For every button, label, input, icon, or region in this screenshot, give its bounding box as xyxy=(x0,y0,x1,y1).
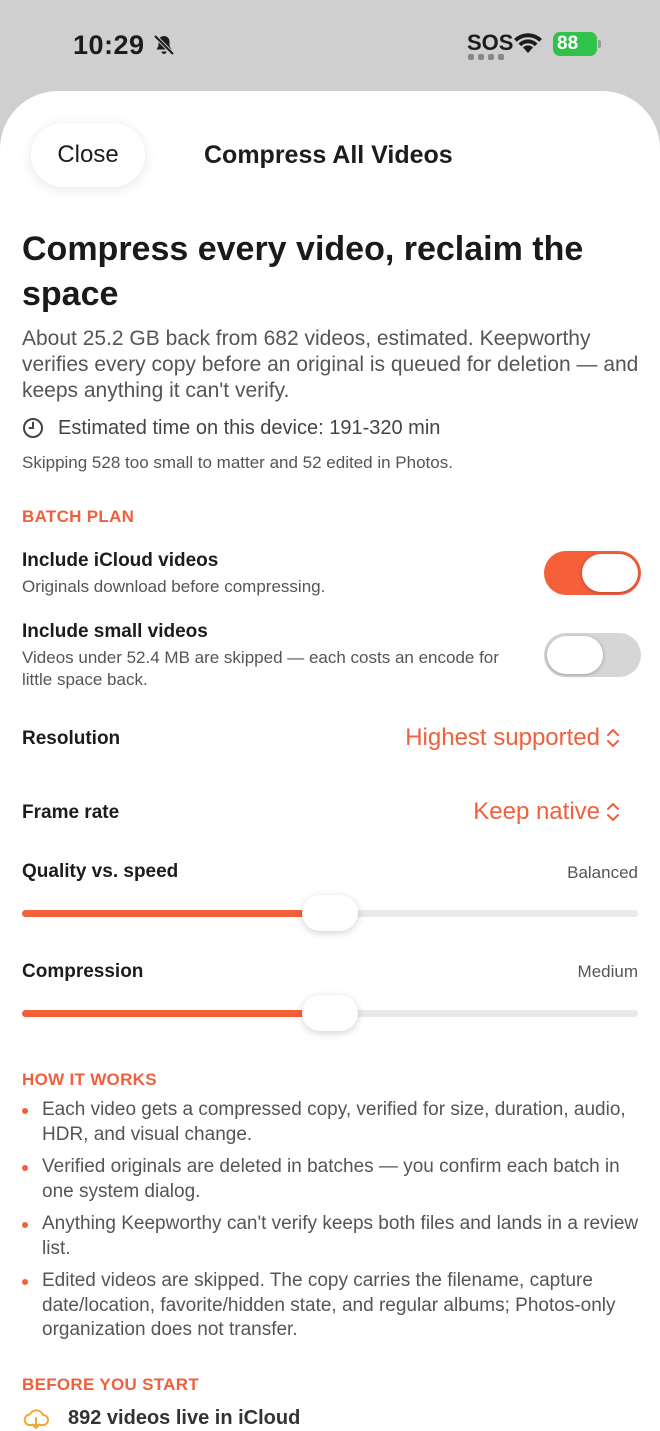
clock-icon xyxy=(23,418,43,438)
list-item: Edited videos are skipped. The copy carr… xyxy=(22,1269,642,1343)
compression-label: Compression xyxy=(22,961,144,982)
battery-percent: 88 xyxy=(557,33,579,54)
quality-value: Balanced xyxy=(567,863,638,882)
frame-rate-value: Keep native xyxy=(473,798,600,825)
chevron-up-down-icon xyxy=(607,803,619,821)
icloud-count-text: 892 videos live in iCloud xyxy=(68,1407,301,1429)
resolution-value: Highest supported xyxy=(405,724,600,751)
resolution-label: Resolution xyxy=(22,728,121,749)
quality-slider[interactable] xyxy=(22,893,638,933)
resolution-picker[interactable]: Highest supported xyxy=(405,724,620,752)
sheet-title: Compress All Videos xyxy=(204,141,453,169)
quality-label: Quality vs. speed xyxy=(22,861,179,882)
slider-thumb[interactable] xyxy=(302,895,358,931)
small-toggle-title: Include small videos xyxy=(22,621,208,642)
section-batch-plan: BATCH PLAN xyxy=(22,507,135,526)
estimate-text: Estimated time on this device: 191-320 m… xyxy=(58,416,441,439)
status-time: 10:29 xyxy=(73,30,145,60)
how-it-works-list: Each video gets a compressed copy, verif… xyxy=(22,1098,642,1351)
slider-thumb[interactable] xyxy=(302,995,358,1031)
list-item: Verified originals are deleted in batche… xyxy=(22,1155,642,1204)
compression-value: Medium xyxy=(577,962,638,981)
estimate-row: Estimated time on this device: 191-320 m… xyxy=(22,415,440,441)
toggle-knob xyxy=(582,554,638,592)
small-toggle-subtitle: Videos under 52.4 MB are skipped — each … xyxy=(22,648,499,689)
slider-fill xyxy=(22,1010,330,1017)
close-button[interactable]: Close xyxy=(31,123,145,187)
skipping-text: Skipping 528 too small to matter and 52 … xyxy=(22,453,453,472)
sos-indicator: SOS xyxy=(467,30,514,55)
battery-indicator: 88 xyxy=(553,32,601,56)
frame-rate-picker[interactable]: Keep native xyxy=(473,798,620,826)
wifi-icon xyxy=(514,33,542,53)
frame-rate-label: Frame rate xyxy=(22,802,120,823)
icloud-count-row: 892 videos live in iCloud xyxy=(22,1407,300,1430)
battery-tip xyxy=(598,40,601,48)
icloud-toggle-subtitle: Originals download before compressing. xyxy=(22,577,326,596)
icloud-toggle-title: Include iCloud videos xyxy=(22,550,219,571)
bell-slash-icon xyxy=(153,34,175,56)
list-item: Anything Keepworthy can't verify keeps b… xyxy=(22,1212,642,1261)
list-item: Each video gets a compressed copy, verif… xyxy=(22,1098,642,1147)
battery-level: 88 xyxy=(553,32,597,56)
signal-dots-icon xyxy=(468,54,504,60)
icloud-icon xyxy=(23,1408,49,1429)
small-videos-toggle[interactable] xyxy=(544,633,641,677)
intro-text: About 25.2 GB back from 682 videos, esti… xyxy=(22,327,639,402)
icloud-videos-toggle[interactable] xyxy=(544,551,641,595)
compress-sheet: Close Compress All Videos Compress every… xyxy=(0,91,660,1431)
status-bar: 10:29 SOS 88 xyxy=(0,0,660,90)
section-before-you-start: BEFORE YOU START xyxy=(22,1375,200,1394)
toggle-knob xyxy=(547,636,603,674)
compression-slider[interactable] xyxy=(22,993,638,1033)
section-how-it-works: HOW IT WORKS xyxy=(22,1070,157,1089)
slider-fill xyxy=(22,910,330,917)
chevron-up-down-icon xyxy=(607,729,619,747)
page-headline: Compress every video, reclaim the space xyxy=(22,230,584,313)
